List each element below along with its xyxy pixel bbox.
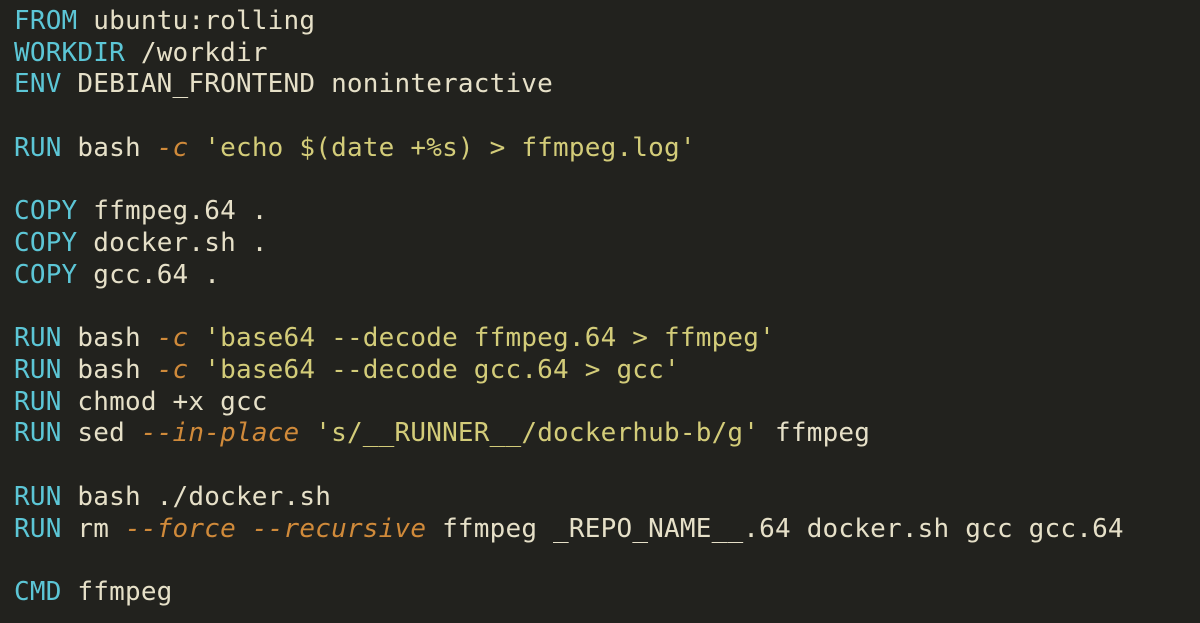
code-line: RUN sed --in-place 's/__RUNNER__/dockerh… xyxy=(14,418,870,448)
code-line: RUN chmod +x gcc xyxy=(14,387,268,417)
code-line: WORKDIR /workdir xyxy=(14,38,268,68)
code-line: RUN bash -c 'echo $(date +%s) > ffmpeg.l… xyxy=(14,133,696,163)
code-line: FROM ubuntu:rolling xyxy=(14,6,315,36)
code-line: RUN bash ./docker.sh xyxy=(14,482,331,512)
code-line: COPY gcc.64 . xyxy=(14,260,220,290)
code-line: COPY docker.sh . xyxy=(14,228,268,258)
code-line: RUN bash -c 'base64 --decode gcc.64 > gc… xyxy=(14,355,680,385)
code-line: CMD ffmpeg xyxy=(14,577,173,607)
code-line: RUN rm --force --recursive ffmpeg _REPO_… xyxy=(14,514,1124,544)
dockerfile-code-block: FROM ubuntu:rolling WORKDIR /workdir ENV… xyxy=(0,0,1200,615)
code-line: RUN bash -c 'base64 --decode ffmpeg.64 >… xyxy=(14,323,775,353)
code-line: COPY ffmpeg.64 . xyxy=(14,196,268,226)
code-line: ENV DEBIAN_FRONTEND noninteractive xyxy=(14,69,553,99)
